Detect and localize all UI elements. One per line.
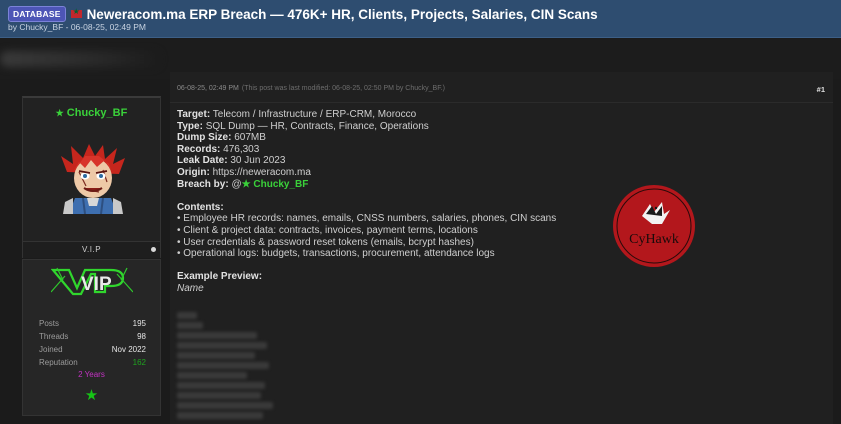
list-item: • Client & project data: contracts, invo…	[177, 224, 478, 236]
post-body-container: 06-08-25, 02:49 PM (This post was last mo…	[170, 72, 833, 424]
flag-morocco-icon	[70, 7, 82, 18]
field-value: SQL Dump — HR, Contracts, Finance, Opera…	[205, 120, 429, 132]
post-modified-note: (This post was last modified: 06-08-25, …	[241, 85, 445, 92]
post-date: 06-08-25, 02:49 PM	[177, 85, 239, 92]
thread-byline: by Chucky_BF - 06-08-25, 02:49 PM	[8, 22, 146, 32]
origin-link[interactable]: https://neweracom.ma	[213, 167, 311, 178]
stats-card: VIP Posts 195 Threads 98 Joined Nov 2022…	[22, 259, 161, 416]
field-label: Target:	[177, 109, 211, 120]
star-icon: ★	[241, 178, 251, 190]
redacted-line	[177, 312, 197, 319]
field-label: Dump Size:	[177, 132, 232, 144]
avatar[interactable]	[59, 142, 127, 214]
redacted-preview-block	[177, 312, 277, 424]
field-value: 607MB	[234, 132, 266, 144]
redacted-line	[177, 392, 261, 399]
stat-reputation: Reputation 162	[39, 358, 146, 367]
category-badge[interactable]: DATABASE	[8, 6, 66, 22]
post-content: Target: Telecom / Infrastructure / ERP-C…	[177, 109, 597, 295]
rank-bar: V.I.P	[22, 242, 161, 258]
field-row: Origin: https://neweracom.ma	[177, 167, 597, 179]
stat-threads: Threads 98	[39, 332, 146, 341]
section-heading: Contents:	[177, 201, 224, 213]
field-label: Leak Date:	[177, 155, 228, 167]
field-row: Dump Size: 607MB	[177, 132, 597, 144]
cyhawk-logo: CyHawk	[613, 185, 695, 267]
field-value: 476,303	[223, 143, 260, 155]
mention-user-link[interactable]: Chucky_BF	[253, 179, 308, 190]
field-row: Records: 476,303	[177, 144, 597, 156]
mention-prefix: @	[231, 178, 242, 190]
post-number-link[interactable]: #1	[817, 85, 825, 94]
stat-value: Nov 2022	[111, 345, 146, 354]
redacted-line	[177, 342, 267, 349]
list-item: • Employee HR records: names, emails, CN…	[177, 213, 557, 225]
field-label: Breach by:	[177, 178, 229, 190]
star-icon: ★	[84, 387, 99, 404]
field-row: Type: SQL Dump — HR, Contracts, Finance,…	[177, 121, 597, 133]
stat-label: Posts	[39, 319, 60, 328]
author-username[interactable]: ★ Chucky_BF	[23, 107, 160, 119]
redacted-line	[177, 372, 247, 379]
stat-value[interactable]: 162	[133, 358, 146, 367]
redacted-line	[177, 412, 263, 419]
field-row: Target: Telecom / Infrastructure / ERP-C…	[177, 109, 597, 121]
stat-value[interactable]: 98	[137, 332, 146, 341]
redacted-line	[177, 402, 273, 409]
field-label: Records:	[177, 143, 221, 155]
thread-title[interactable]: Neweracom.ma ERP Breach — 476K+ HR, Clie…	[87, 7, 598, 22]
field-value: Telecom / Infrastructure / ERP-CRM, Moro…	[212, 109, 417, 120]
vip-badge-logo: VIP	[51, 267, 133, 296]
preview-heading: Example Preview:	[177, 271, 597, 283]
user-rank: V.I.P	[81, 245, 102, 254]
star-icon: ★	[55, 108, 64, 118]
redacted-line	[177, 352, 255, 359]
stat-label: Joined	[39, 345, 63, 354]
preview-column-name: Name	[177, 282, 204, 294]
author-sidebar: ★ Chucky_BF V.I.P VIP Posts 195 Threads …	[22, 96, 161, 416]
redacted-line	[177, 382, 265, 389]
contents-heading: Contents:	[177, 202, 597, 214]
section-heading: Example Preview:	[177, 271, 263, 283]
stat-joined: Joined Nov 2022	[39, 345, 146, 354]
divider	[170, 102, 833, 103]
field-label: Type:	[177, 120, 203, 132]
list-item: • Operational logs: budgets, transaction…	[177, 248, 495, 260]
thread-header: DATABASE Neweracom.ma ERP Breach — 476K+…	[0, 0, 841, 38]
field-label: Origin:	[177, 166, 210, 178]
redacted-smudge	[0, 51, 160, 67]
stat-posts: Posts 195	[39, 319, 146, 328]
redacted-line	[177, 322, 203, 329]
breach-by-row: Breach by: @★ Chucky_BF	[177, 179, 597, 191]
field-row: Leak Date: 30 Jun 2023	[177, 155, 597, 167]
field-value: 30 Jun 2023	[230, 155, 286, 167]
svg-text:VIP: VIP	[81, 274, 112, 295]
membership-tenure: 2 Years	[78, 370, 105, 379]
redacted-line	[177, 332, 257, 339]
profile-card: ★ Chucky_BF	[22, 96, 161, 242]
username-text: Chucky_BF	[66, 107, 128, 119]
svg-text:CyHawk: CyHawk	[629, 232, 679, 247]
list-item: • User credentials & password reset toke…	[177, 236, 474, 248]
redacted-line	[177, 362, 269, 369]
post-meta: 06-08-25, 02:49 PM (This post was last mo…	[177, 85, 445, 92]
stat-value[interactable]: 195	[133, 319, 146, 328]
thread-title-row: DATABASE Neweracom.ma ERP Breach — 476K+…	[8, 6, 598, 22]
stat-label: Reputation	[39, 358, 78, 367]
online-dot-icon	[151, 247, 156, 252]
stat-label: Threads	[39, 332, 69, 341]
